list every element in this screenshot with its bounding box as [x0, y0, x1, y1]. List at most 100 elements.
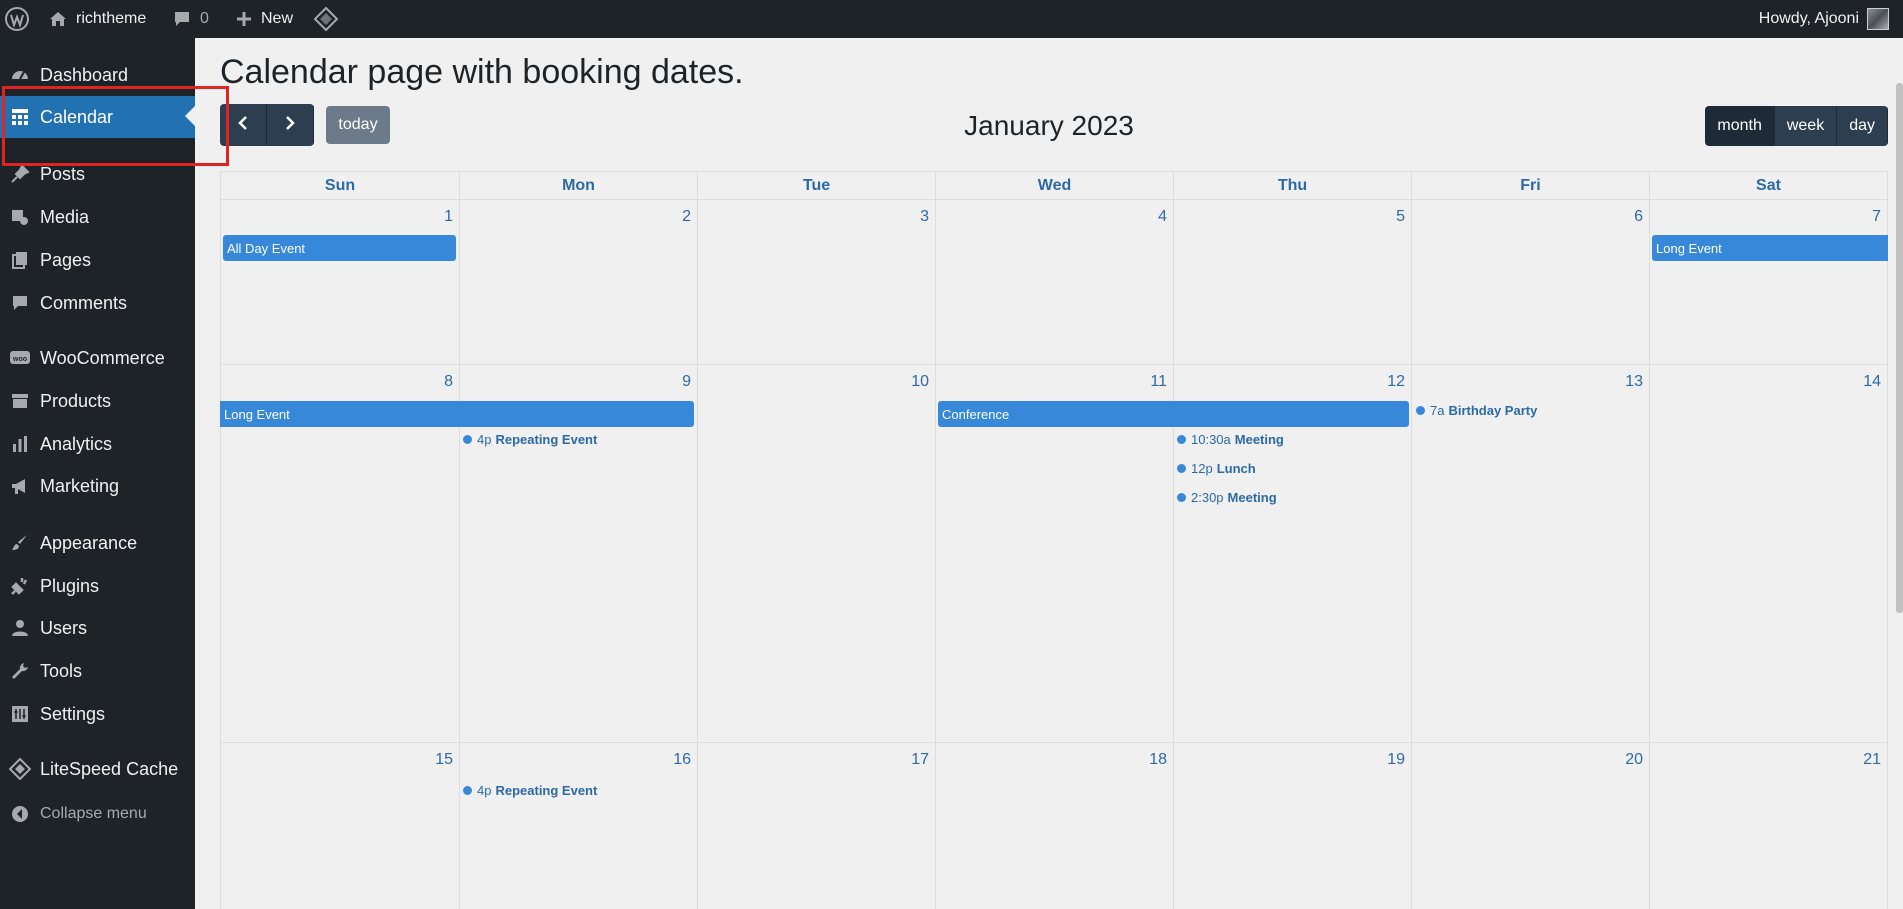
- day-number[interactable]: 20: [1625, 751, 1643, 769]
- archive-box-icon: [0, 391, 40, 411]
- event-long-event-end[interactable]: Long Event: [220, 401, 694, 427]
- day-number[interactable]: 9: [682, 373, 691, 391]
- day-cell[interactable]: 20: [1411, 743, 1649, 909]
- sidebar-item-label: LiteSpeed Cache: [40, 758, 179, 779]
- day-number[interactable]: 14: [1863, 373, 1881, 391]
- day-cell[interactable]: 18: [935, 743, 1173, 909]
- wordpress-logo-icon[interactable]: [4, 0, 34, 38]
- event-time: 7a: [1430, 402, 1445, 418]
- comment-bubble-icon: [172, 9, 192, 29]
- page-scrollbar[interactable]: [1896, 38, 1903, 909]
- site-name-label: richtheme: [76, 10, 147, 27]
- week-view-button[interactable]: week: [1774, 106, 1838, 146]
- sidebar-item-comments[interactable]: Comments: [0, 283, 195, 323]
- sidebar-item-media[interactable]: Media: [0, 197, 195, 237]
- event-birthday[interactable]: 7a Birthday Party: [1416, 400, 1537, 420]
- pages-icon: [0, 250, 40, 270]
- day-cell[interactable]: 10: [697, 365, 935, 742]
- event-title: Birthday Party: [1448, 402, 1538, 418]
- comment-icon: [0, 293, 40, 313]
- day-number[interactable]: 10: [911, 373, 929, 391]
- dow-sat: Sat: [1649, 172, 1888, 200]
- scrollbar-thumb[interactable]: [1896, 83, 1903, 613]
- day-cell[interactable]: 6: [1411, 200, 1649, 364]
- sidebar-item-users[interactable]: Users: [0, 608, 195, 648]
- dow-mon: Mon: [459, 172, 697, 200]
- sidebar-item-appearance[interactable]: Appearance: [0, 523, 195, 563]
- day-cell[interactable]: 14: [1649, 365, 1888, 742]
- event-title: Meeting: [1227, 489, 1277, 505]
- today-button[interactable]: today: [326, 106, 390, 144]
- event-repeating[interactable]: 4p Repeating Event: [463, 429, 597, 449]
- next-month-button[interactable]: [267, 104, 314, 146]
- sidebar-item-litespeed-cache[interactable]: LiteSpeed Cache: [0, 749, 195, 789]
- day-number[interactable]: 16: [673, 751, 691, 769]
- event-time: 12p: [1191, 460, 1213, 476]
- event-time: 4p: [477, 782, 492, 798]
- sidebar-item-analytics[interactable]: Analytics: [0, 424, 195, 464]
- day-number[interactable]: 6: [1634, 208, 1643, 226]
- day-view-button[interactable]: day: [1837, 106, 1888, 146]
- collapse-menu-button[interactable]: Collapse menu: [0, 794, 195, 834]
- bar-chart-icon: [0, 434, 40, 454]
- day-number[interactable]: 2: [682, 208, 691, 226]
- day-number[interactable]: 21: [1863, 751, 1881, 769]
- litespeed-icon[interactable]: [313, 0, 339, 38]
- day-cell[interactable]: 4: [935, 200, 1173, 364]
- event-meeting[interactable]: 10:30a Meeting: [1177, 429, 1284, 449]
- day-number[interactable]: 5: [1396, 208, 1405, 226]
- sidebar-item-pages[interactable]: Pages: [0, 240, 195, 280]
- sidebar-item-posts[interactable]: Posts: [0, 154, 195, 194]
- event-repeating[interactable]: 4p Repeating Event: [463, 780, 597, 800]
- month-view-button[interactable]: month: [1705, 106, 1775, 146]
- day-cell[interactable]: 5: [1173, 200, 1411, 364]
- event-dot-icon: [463, 785, 472, 795]
- sidebar-item-label: Users: [40, 617, 88, 638]
- event-long-event-start[interactable]: Long Event: [1652, 235, 1888, 261]
- day-cell[interactable]: 2: [459, 200, 697, 364]
- dow-fri: Fri: [1411, 172, 1649, 200]
- day-cell[interactable]: 13: [1411, 365, 1649, 742]
- day-number[interactable]: 13: [1625, 373, 1643, 391]
- event-conference[interactable]: Conference: [938, 401, 1409, 427]
- day-cell[interactable]: 1: [220, 200, 459, 364]
- day-number[interactable]: 3: [920, 208, 929, 226]
- sidebar-item-tools[interactable]: Tools: [0, 651, 195, 691]
- day-number[interactable]: 1: [444, 208, 453, 226]
- prev-month-button[interactable]: [220, 104, 267, 146]
- event-lunch[interactable]: 12p Lunch: [1177, 458, 1256, 478]
- day-cell[interactable]: 3: [697, 200, 935, 364]
- day-cell[interactable]: 16: [459, 743, 697, 909]
- day-number[interactable]: 8: [444, 373, 453, 391]
- day-cell[interactable]: 19: [1173, 743, 1411, 909]
- sidebar-item-products[interactable]: Products: [0, 381, 195, 421]
- day-number[interactable]: 15: [435, 751, 453, 769]
- week-row: 8 9 10 11 12 13 14 Long Event Conference…: [220, 365, 1888, 743]
- sidebar-item-label: Tools: [40, 660, 83, 681]
- day-number[interactable]: 11: [1150, 373, 1167, 391]
- sidebar-item-marketing[interactable]: Marketing: [0, 466, 195, 506]
- event-dot-icon: [463, 434, 472, 444]
- event-all-day[interactable]: All Day Event: [223, 235, 456, 261]
- comments-link[interactable]: 0: [172, 0, 209, 38]
- day-cell[interactable]: 21: [1649, 743, 1888, 909]
- day-number[interactable]: 19: [1387, 751, 1405, 769]
- sidebar-item-plugins[interactable]: Plugins: [0, 566, 195, 606]
- day-number[interactable]: 17: [911, 751, 929, 769]
- event-time: 2:30p: [1191, 489, 1224, 505]
- day-cell[interactable]: 7: [1649, 200, 1888, 364]
- day-number[interactable]: 18: [1149, 751, 1167, 769]
- user-account-menu[interactable]: Howdy, Ajooni: [1759, 0, 1889, 38]
- sidebar-item-woocommerce[interactable]: woo WooCommerce: [0, 338, 195, 378]
- day-cell[interactable]: 17: [697, 743, 935, 909]
- day-number[interactable]: 7: [1872, 208, 1881, 226]
- sidebar-item-dashboard[interactable]: Dashboard: [0, 55, 195, 95]
- day-cell[interactable]: 15: [220, 743, 459, 909]
- event-meeting[interactable]: 2:30p Meeting: [1177, 487, 1277, 507]
- new-content-link[interactable]: New: [235, 0, 293, 38]
- site-name-link[interactable]: richtheme: [48, 0, 146, 38]
- day-number[interactable]: 4: [1158, 208, 1167, 226]
- sidebar-item-calendar[interactable]: Calendar: [0, 96, 195, 138]
- sidebar-item-settings[interactable]: Settings: [0, 694, 195, 734]
- day-number[interactable]: 12: [1387, 373, 1405, 391]
